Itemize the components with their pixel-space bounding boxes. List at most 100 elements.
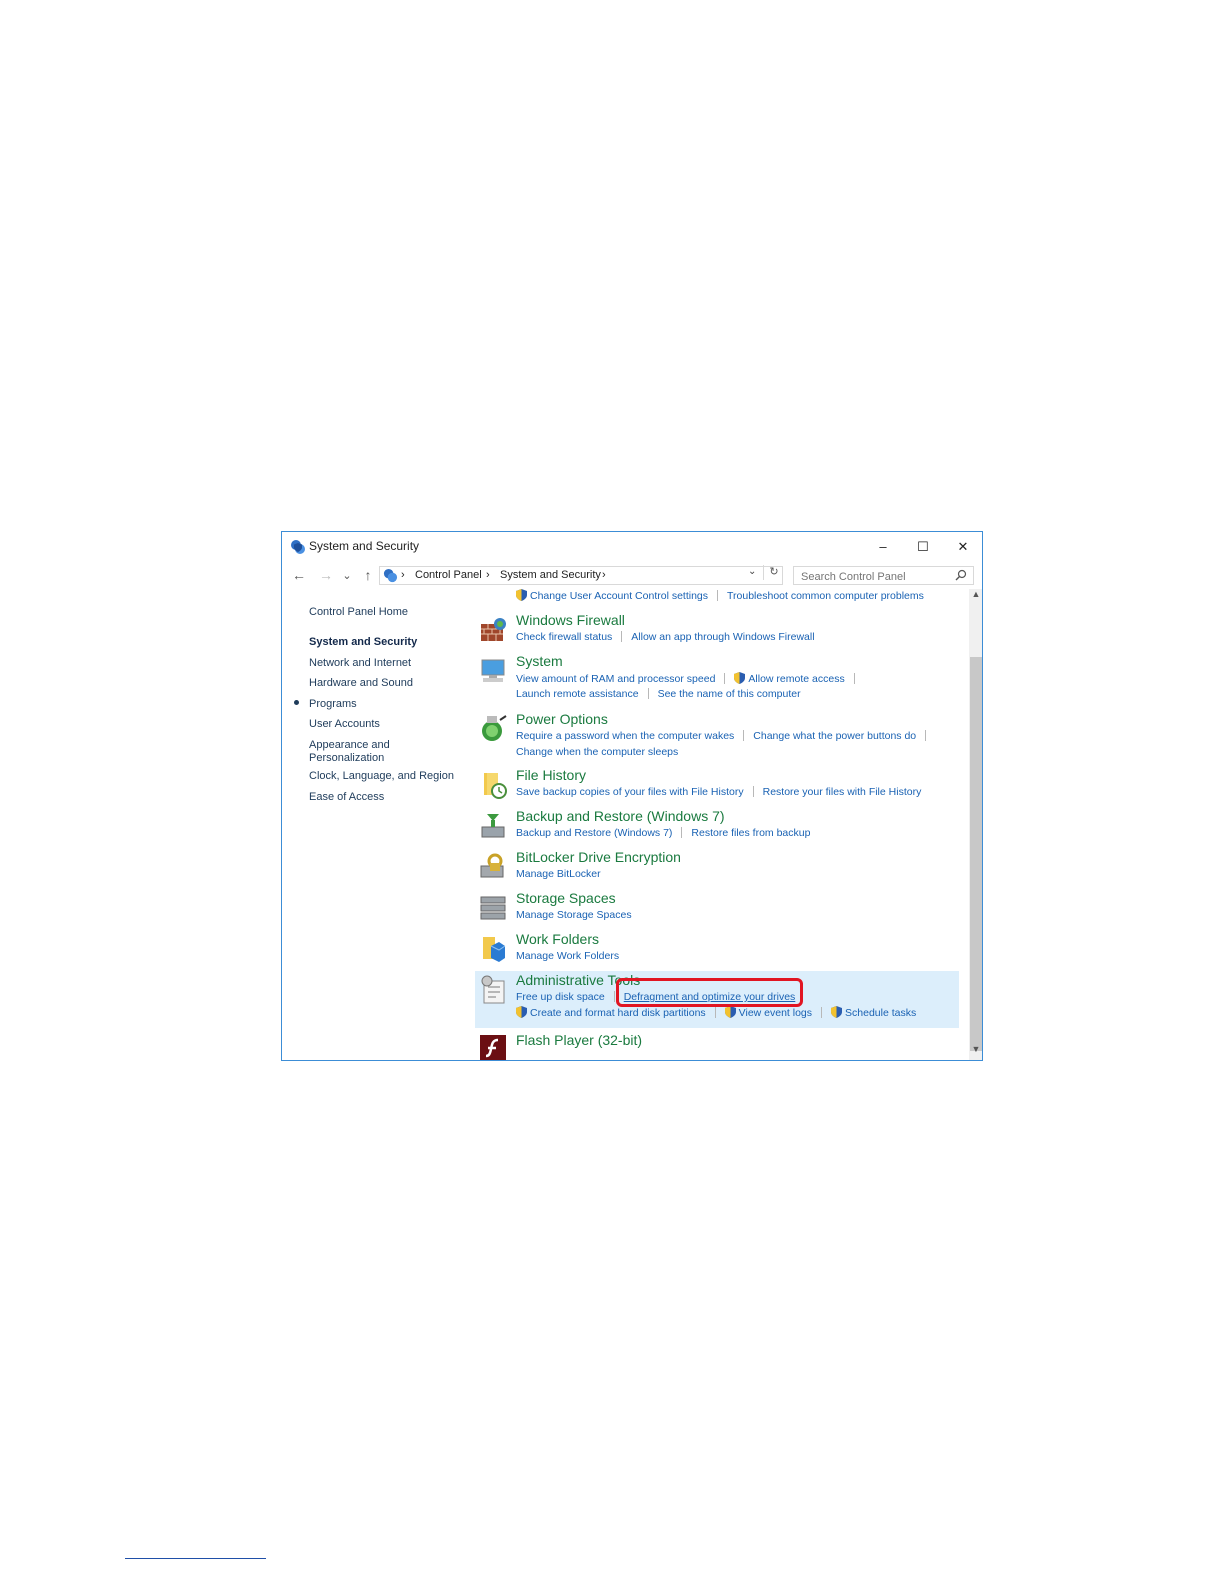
save-backup-copies-link[interactable]: Save backup copies of your files with Fi…: [516, 786, 744, 798]
sidebar-item-system-and-security[interactable]: System and Security: [309, 636, 417, 649]
forward-button[interactable]: →: [317, 567, 335, 583]
storage-spaces-heading[interactable]: Storage Spaces: [516, 890, 616, 906]
scroll-down-arrow-icon[interactable]: ▼: [969, 1044, 982, 1060]
view-event-logs-link[interactable]: View event logs: [739, 1007, 812, 1019]
system-heading[interactable]: System: [516, 653, 563, 669]
backup-restore-icon: [481, 814, 505, 838]
change-sleep-link[interactable]: Change when the computer sleeps: [516, 746, 678, 758]
uac-shield-icon: [734, 672, 746, 684]
allow-app-through-firewall-link[interactable]: Allow an app through Windows Firewall: [631, 631, 814, 643]
footnote-separator-line: [125, 1558, 266, 1559]
file-history-links: Save backup copies of your files with Fi…: [516, 786, 921, 798]
control-panel-icon: [383, 568, 398, 583]
uac-shield-icon: [831, 1006, 843, 1018]
up-button[interactable]: ↑: [359, 567, 377, 583]
restore-files-from-backup-link[interactable]: Restore files from backup: [691, 827, 810, 839]
search-input[interactable]: [793, 566, 974, 585]
link-separator: [714, 1007, 716, 1018]
vertical-scrollbar[interactable]: ▲ ▼: [969, 589, 982, 1060]
schedule-tasks-link[interactable]: Schedule tasks: [845, 1007, 916, 1019]
control-panel-icon: [291, 540, 305, 554]
back-button[interactable]: ←: [290, 567, 308, 583]
storage-spaces-icon: [480, 896, 506, 920]
sidebar-item-network-and-internet[interactable]: Network and Internet: [309, 657, 411, 670]
sidebar-item-programs[interactable]: Programs: [309, 698, 357, 711]
sidebar-item-ease-of-access[interactable]: Ease of Access: [309, 791, 384, 804]
system-links-row2: Launch remote assistance See the name of …: [516, 688, 801, 700]
manage-storage-spaces-link[interactable]: Manage Storage Spaces: [516, 909, 632, 921]
admin-links-row2: Create and format hard disk partitions Vi…: [516, 1006, 916, 1019]
link-separator: [853, 673, 855, 684]
backup-restore-links: Backup and Restore (Windows 7) Restore fi…: [516, 827, 810, 839]
search-icon[interactable]: [955, 569, 967, 581]
work-folders-links: Manage Work Folders: [516, 950, 619, 962]
create-format-partitions-link[interactable]: Create and format hard disk partitions: [530, 1007, 706, 1019]
maximize-button[interactable]: ☐: [903, 532, 943, 561]
sidebar-item-control-panel-home[interactable]: Control Panel Home: [309, 606, 408, 619]
link-separator: [613, 991, 615, 1002]
flash-player-icon: [480, 1035, 506, 1060]
sidebar-item-clock-language-region[interactable]: Clock, Language, and Region: [309, 770, 454, 783]
change-power-buttons-link[interactable]: Change what the power buttons do: [753, 730, 916, 742]
breadcrumb-system-and-security[interactable]: System and Security: [500, 569, 601, 581]
view-ram-processor-link[interactable]: View amount of RAM and processor speed: [516, 673, 715, 685]
firewall-icon: [481, 618, 506, 641]
see-computer-name-link[interactable]: See the name of this computer: [658, 688, 801, 700]
bitlocker-heading[interactable]: BitLocker Drive Encryption: [516, 849, 681, 865]
link-separator: [752, 786, 754, 797]
address-box[interactable]: › Control Panel › System and Security ›: [379, 566, 783, 585]
backup-and-restore-link[interactable]: Backup and Restore (Windows 7): [516, 827, 672, 839]
windows-firewall-heading[interactable]: Windows Firewall: [516, 612, 625, 628]
breadcrumb-control-panel[interactable]: Control Panel: [415, 569, 482, 581]
power-options-heading[interactable]: Power Options: [516, 711, 608, 727]
breadcrumb-separator: ›: [602, 569, 606, 581]
address-dropdown-button[interactable]: ⌄: [748, 566, 756, 577]
left-navigation: Control Panel Home System and Security N…: [282, 592, 472, 1060]
link-separator: [724, 673, 726, 684]
work-folders-icon: [483, 937, 506, 962]
check-firewall-status-link[interactable]: Check firewall status: [516, 631, 612, 643]
power-links-row1: Require a password when the computer wak…: [516, 730, 935, 742]
current-item-bullet: [294, 700, 299, 705]
uac-shield-icon: [516, 1006, 527, 1018]
administrative-tools-icon: [481, 975, 505, 1004]
link-separator: [621, 631, 623, 642]
manage-work-folders-link[interactable]: Manage Work Folders: [516, 950, 619, 962]
change-uac-settings-link[interactable]: Change User Account Control settings: [530, 590, 708, 602]
bitlocker-links: Manage BitLocker: [516, 868, 601, 880]
firewall-links: Check firewall status Allow an app throug…: [516, 631, 815, 643]
breadcrumb-separator: ›: [486, 569, 490, 581]
sidebar-item-appearance[interactable]: Appearance and: [309, 739, 390, 752]
scroll-up-arrow-icon[interactable]: ▲: [969, 589, 982, 605]
link-separator: [821, 1007, 823, 1018]
close-button[interactable]: ✕: [943, 532, 982, 561]
work-folders-heading[interactable]: Work Folders: [516, 931, 599, 947]
backup-restore-heading[interactable]: Backup and Restore (Windows 7): [516, 808, 725, 824]
flash-player-heading[interactable]: Flash Player (32-bit): [516, 1032, 642, 1048]
sidebar-item-user-accounts[interactable]: User Accounts: [309, 718, 380, 731]
launch-remote-assistance-link[interactable]: Launch remote assistance: [516, 688, 639, 700]
troubleshoot-problems-link[interactable]: Troubleshoot common computer problems: [727, 590, 924, 602]
refresh-button[interactable]: ↻: [763, 565, 784, 580]
recent-locations-button[interactable]: ⌄: [338, 569, 356, 582]
minimize-button[interactable]: –: [863, 532, 903, 561]
link-separator: [717, 590, 719, 601]
title-bar: System and Security – ☐ ✕: [282, 532, 982, 561]
control-panel-window: System and Security – ☐ ✕ ← → ⌄ ↑ › Cont…: [281, 531, 983, 1061]
link-separator: [681, 827, 683, 838]
window-title: System and Security: [309, 539, 420, 553]
address-bar-row: ← → ⌄ ↑ › Control Panel › System and Sec…: [282, 563, 982, 589]
sidebar-item-personalization[interactable]: Personalization: [309, 752, 384, 765]
allow-remote-access-link[interactable]: Allow remote access: [748, 673, 844, 685]
require-password-on-wake-link[interactable]: Require a password when the computer wak…: [516, 730, 734, 742]
free-up-disk-space-link[interactable]: Free up disk space: [516, 991, 605, 1003]
file-history-icon: [484, 773, 507, 799]
file-history-heading[interactable]: File History: [516, 767, 586, 783]
restore-files-file-history-link[interactable]: Restore your files with File History: [763, 786, 922, 798]
scrollbar-thumb[interactable]: [970, 657, 982, 1051]
power-links-row2: Change when the computer sleeps: [516, 746, 678, 758]
manage-bitlocker-link[interactable]: Manage BitLocker: [516, 868, 601, 880]
sidebar-item-hardware-and-sound[interactable]: Hardware and Sound: [309, 677, 413, 690]
uac-shield-icon: [516, 589, 527, 601]
bitlocker-icon: [480, 853, 504, 878]
